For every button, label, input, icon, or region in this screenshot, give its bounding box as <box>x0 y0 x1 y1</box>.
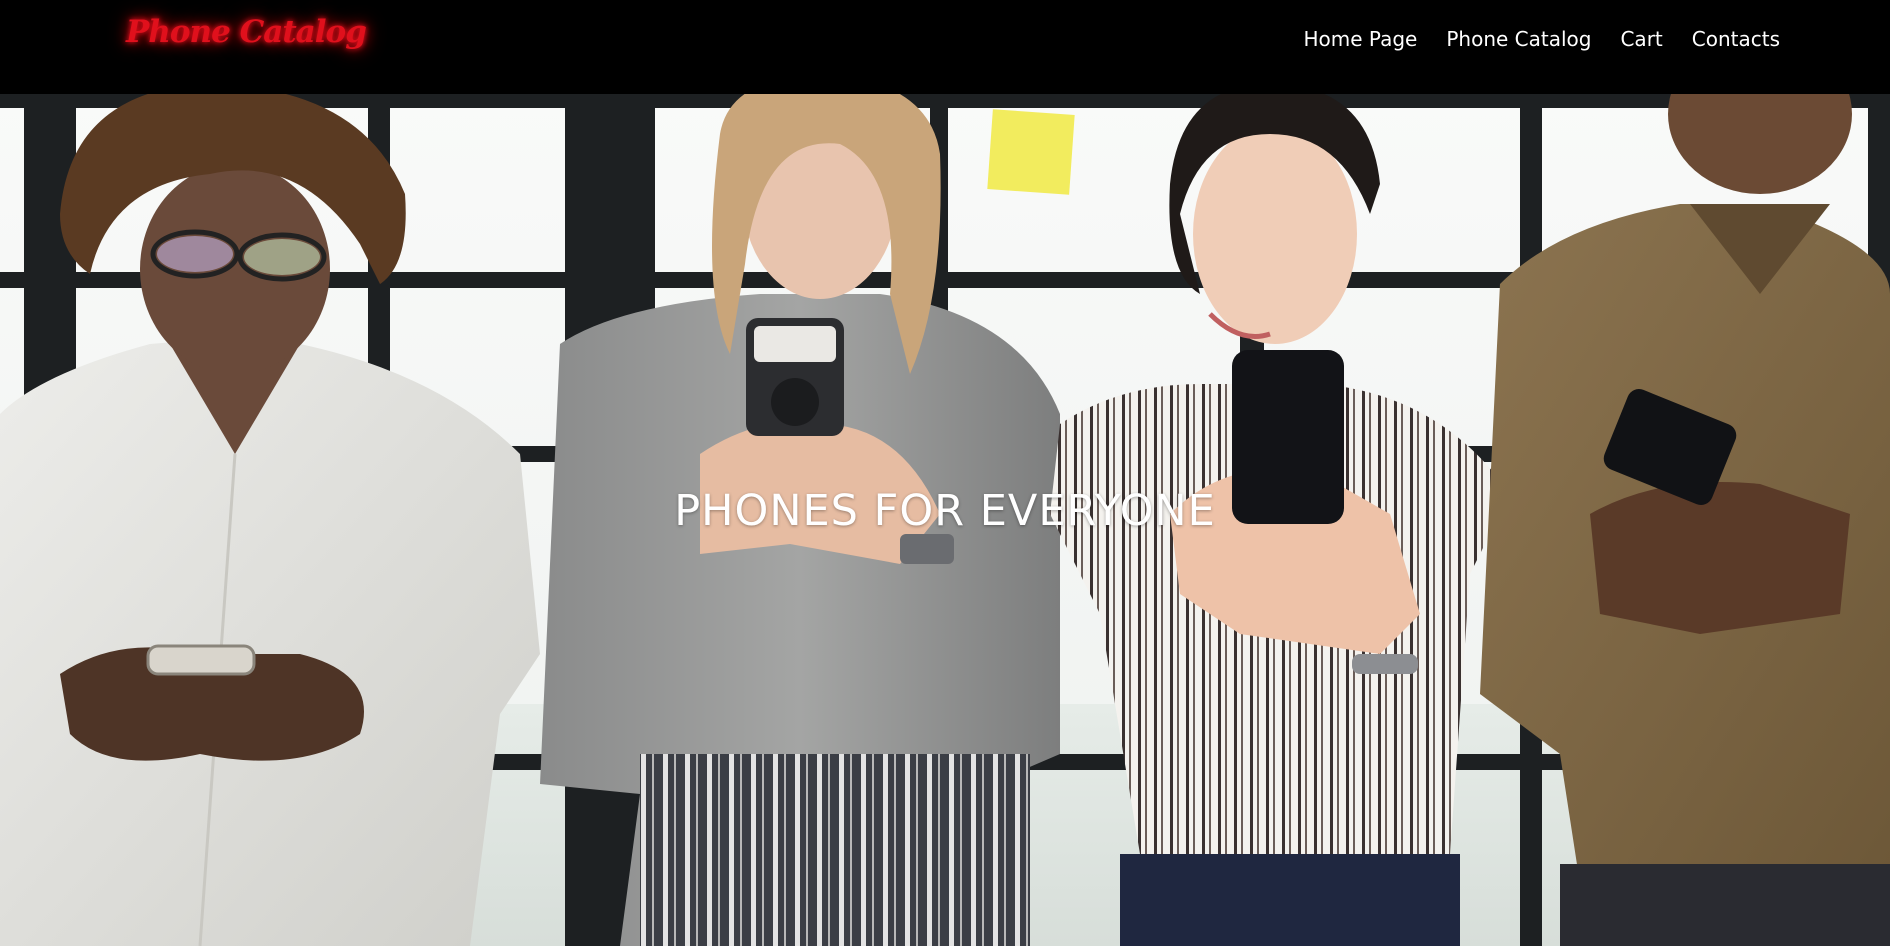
main-nav: Home Page Phone Catalog Cart Contacts <box>1304 24 1781 54</box>
nav-home-page[interactable]: Home Page <box>1304 24 1418 54</box>
site-header: Phone Catalog Home Page Phone Catalog Ca… <box>0 0 1890 94</box>
nav-contacts[interactable]: Contacts <box>1692 24 1780 54</box>
nav-phone-catalog[interactable]: Phone Catalog <box>1446 24 1591 54</box>
hero-banner: PHONES FOR EVERYONE <box>0 94 1890 946</box>
site-logo[interactable]: Phone Catalog <box>126 14 367 50</box>
hero-title: PHONES FOR EVERYONE <box>674 486 1216 536</box>
nav-cart[interactable]: Cart <box>1620 24 1662 54</box>
